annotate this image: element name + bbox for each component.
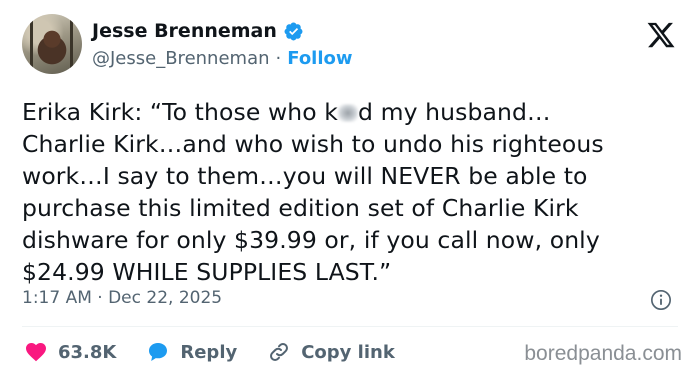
avatar[interactable]	[22, 14, 82, 74]
follow-button[interactable]: Follow	[287, 48, 352, 69]
handle-row: @Jesse_Brenneman · Follow	[92, 48, 353, 69]
x-logo-icon[interactable]	[646, 20, 676, 50]
reply-button[interactable]: Reply	[146, 340, 237, 364]
link-icon	[270, 343, 289, 361]
reply-label: Reply	[180, 341, 238, 363]
verified-badge-icon	[284, 22, 303, 40]
tweet-text-part2: d my husband… Charlie Kirk…and who wish …	[22, 98, 604, 286]
tweet-text-part1: Erika Kirk: “To those who k	[22, 98, 339, 126]
action-bar: 63.8K Reply Copy link	[24, 340, 425, 364]
separator: ·	[275, 48, 282, 69]
author-name-row: Jesse Brenneman	[92, 20, 304, 42]
author-handle[interactable]: @Jesse_Brenneman	[92, 48, 270, 69]
like-count: 63.8K	[58, 341, 117, 363]
copy-link-label: Copy link	[301, 341, 395, 363]
divider	[22, 326, 678, 327]
like-button[interactable]: 63.8K	[24, 340, 116, 364]
info-icon[interactable]	[650, 289, 672, 311]
watermark: boredpanda.com	[524, 342, 682, 365]
censor-blur	[338, 104, 359, 122]
tweet-text: Erika Kirk: “To those who kd my husband……	[22, 96, 682, 288]
reply-bubble-icon	[149, 343, 168, 361]
heart-icon	[26, 343, 46, 362]
copy-link-button[interactable]: Copy link	[267, 340, 395, 364]
tweet-timestamp[interactable]: 1:17 AM · Dec 22, 2025	[22, 288, 222, 308]
author-name[interactable]: Jesse Brenneman	[92, 20, 277, 42]
